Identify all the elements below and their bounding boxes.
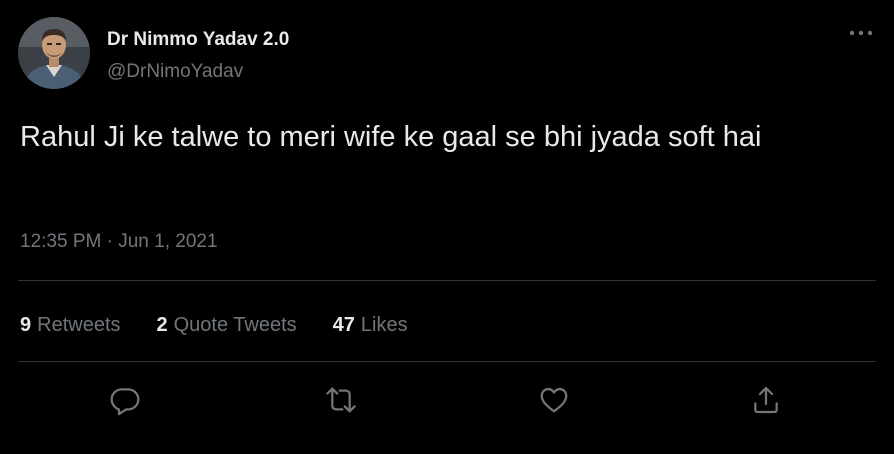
divider xyxy=(18,280,876,281)
engagement-stats: 9 Retweets 2 Quote Tweets 47 Likes xyxy=(20,311,444,339)
share-icon xyxy=(754,386,778,414)
divider xyxy=(18,361,876,362)
likes-label: Likes xyxy=(360,313,408,336)
timestamp-separator: · xyxy=(106,231,113,252)
retweets-count: 9 xyxy=(20,313,32,336)
retweets-label: Retweets xyxy=(37,313,121,336)
share-button[interactable] xyxy=(747,381,785,419)
avatar[interactable] xyxy=(18,17,90,89)
tweet-timestamp: 12:35 PM · Jun 1, 2021 xyxy=(20,231,218,253)
likes-stat[interactable]: 47 Likes xyxy=(333,314,408,337)
tweet-date: Jun 1, 2021 xyxy=(118,231,218,252)
reply-icon xyxy=(110,388,140,416)
quote-tweets-count: 2 xyxy=(156,313,168,336)
tweet-text: Rahul Ji ke talwe to meri wife ke gaal s… xyxy=(20,121,762,153)
quote-tweets-stat[interactable]: 2 Quote Tweets xyxy=(157,314,297,337)
retweets-stat[interactable]: 9 Retweets xyxy=(20,314,121,337)
user-handle[interactable]: @DrNimoYadav xyxy=(107,61,243,83)
heart-icon xyxy=(540,387,568,413)
tweet-time: 12:35 PM xyxy=(20,231,102,252)
likes-count: 47 xyxy=(332,313,355,336)
reply-button[interactable] xyxy=(106,381,144,419)
display-name[interactable]: Dr Nimmo Yadav 2.0 xyxy=(107,29,289,51)
tweet-time-link[interactable]: 12:35 PM · Jun 1, 2021 xyxy=(20,231,218,252)
like-button[interactable] xyxy=(535,381,573,419)
avatar-image xyxy=(18,17,90,89)
more-options-button[interactable] xyxy=(842,20,880,46)
retweet-icon xyxy=(326,387,356,413)
quote-tweets-label: Quote Tweets xyxy=(173,313,297,336)
retweet-button[interactable] xyxy=(322,381,360,419)
more-horizontal-icon xyxy=(849,30,873,36)
